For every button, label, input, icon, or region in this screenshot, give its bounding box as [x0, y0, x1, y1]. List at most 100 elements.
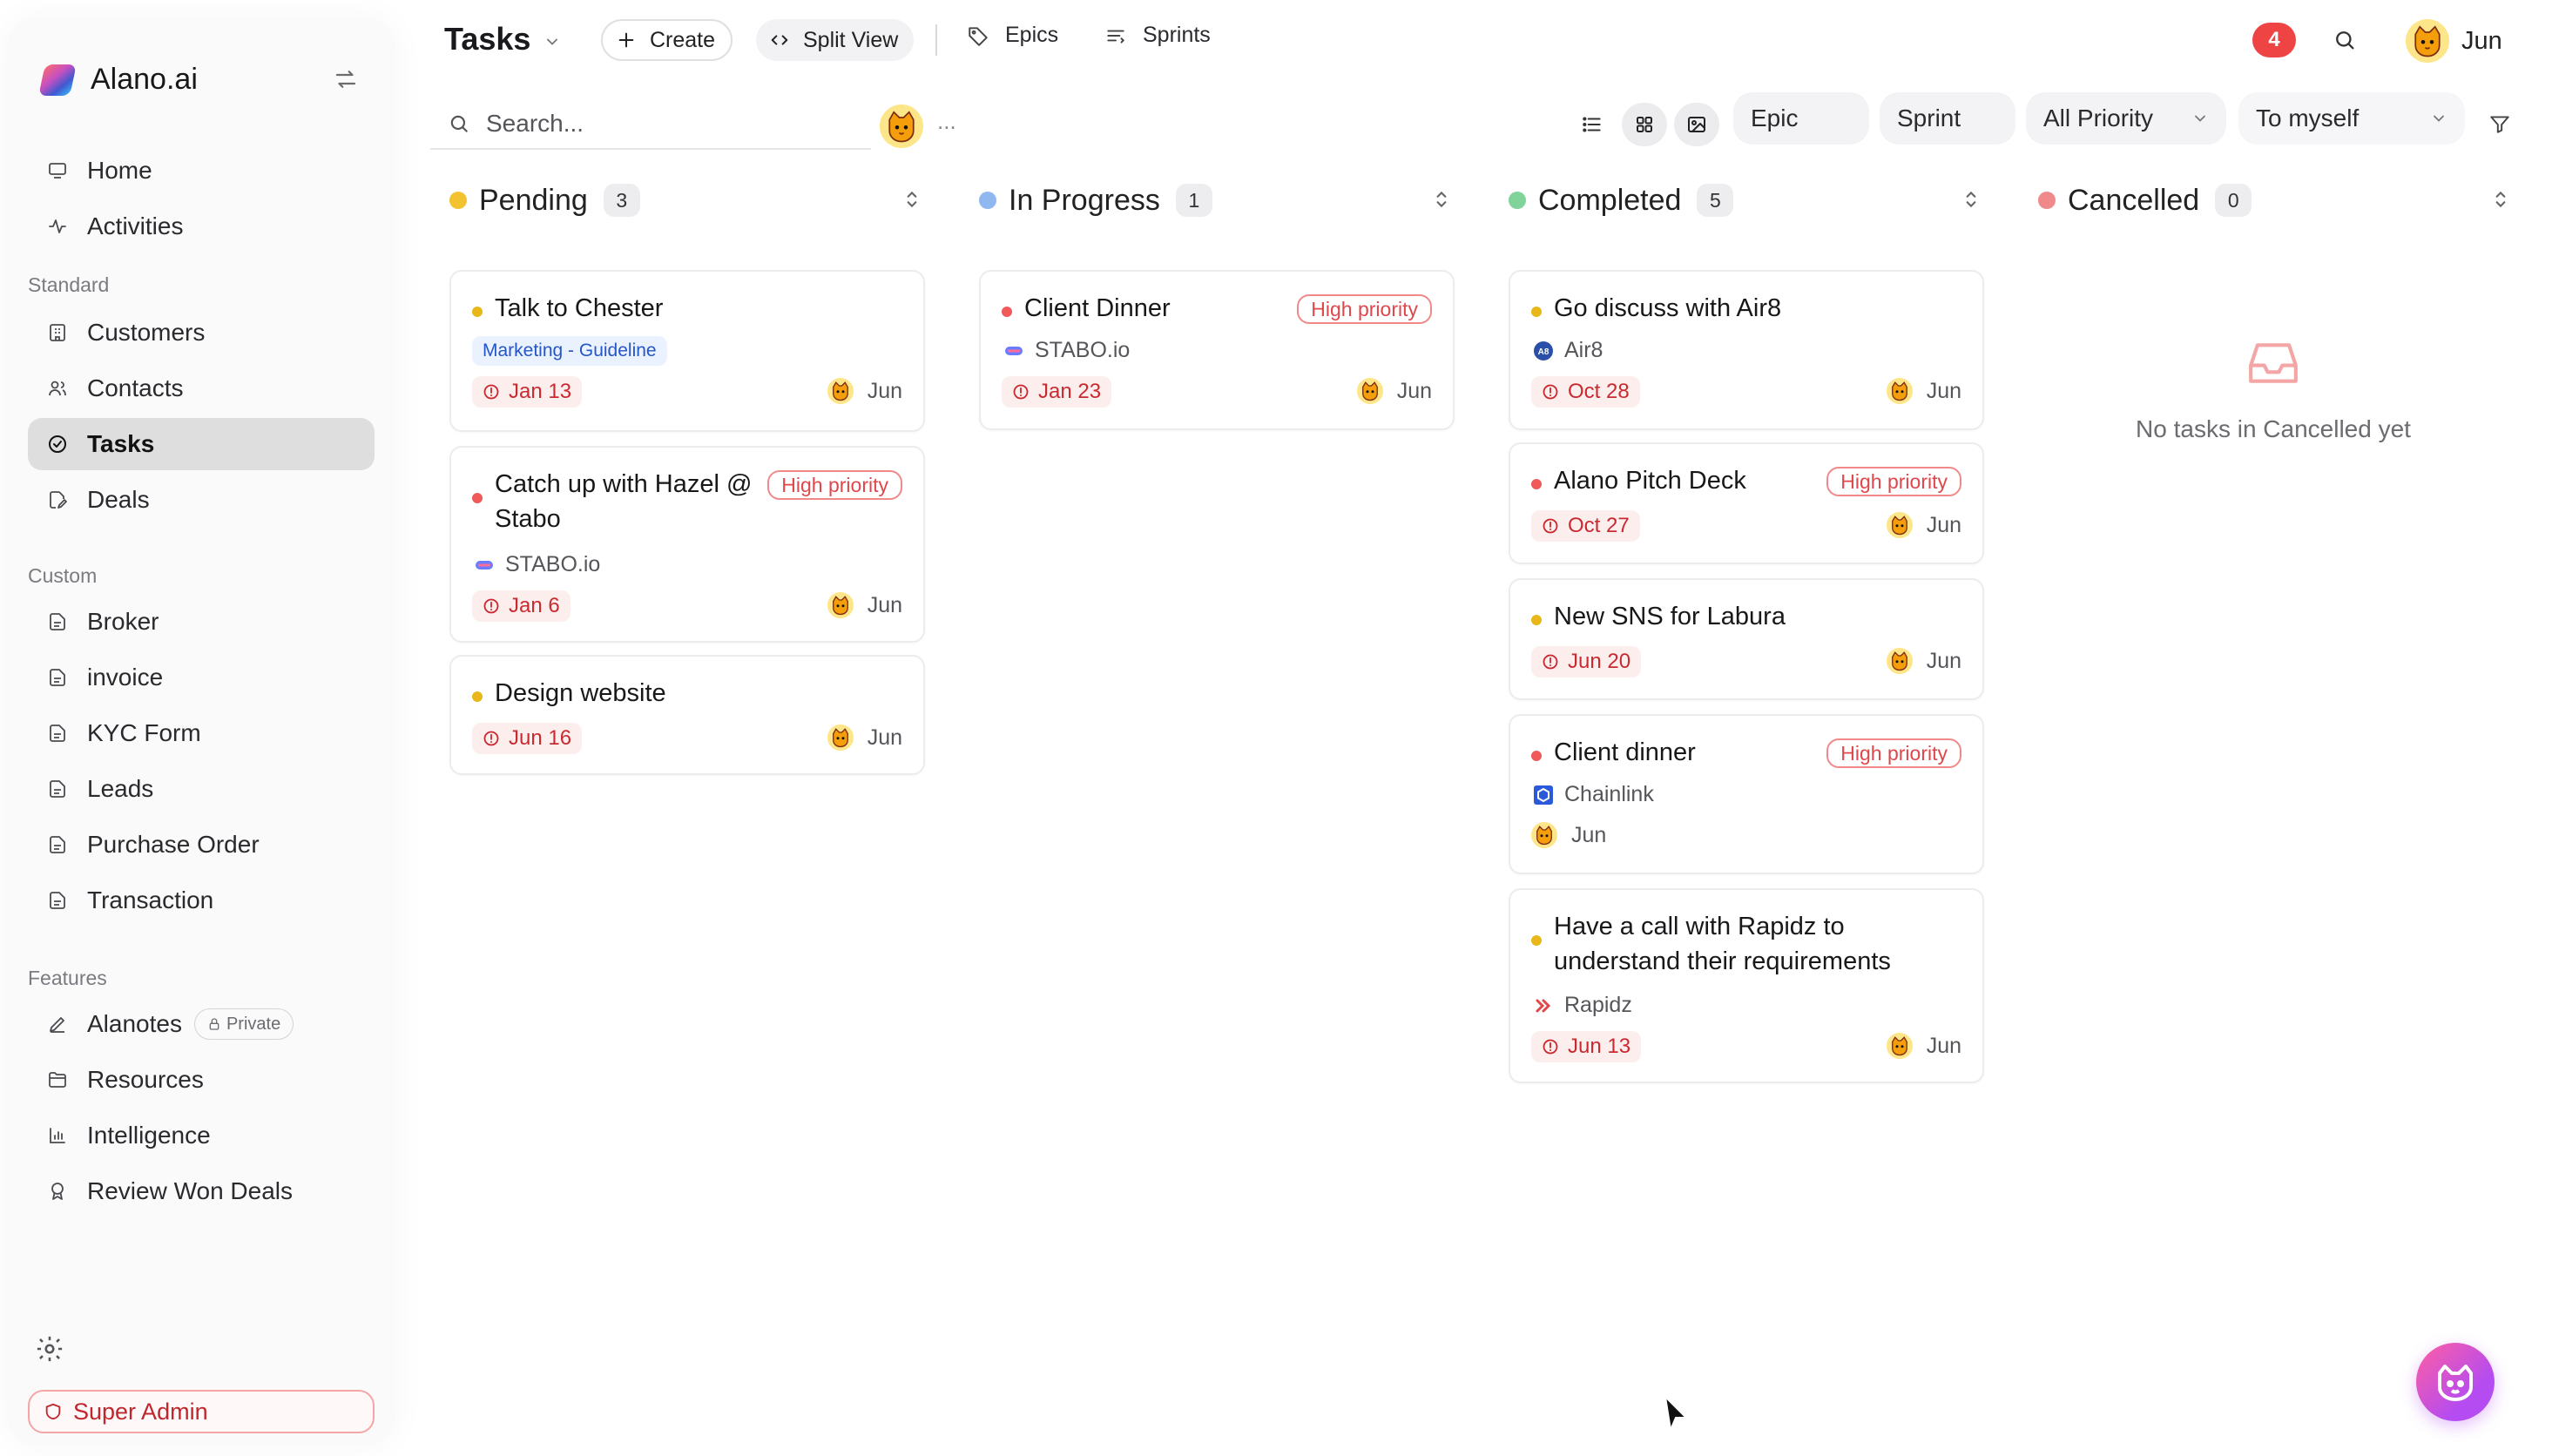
sidebar-item-alanotes[interactable]: Alanotes Private [28, 998, 375, 1050]
due-date[interactable]: Jun 13 [1531, 1031, 1642, 1062]
sidebar-item-contacts[interactable]: Contacts [28, 362, 375, 415]
assignee[interactable]: Jun [827, 592, 902, 618]
company[interactable]: Rapidz [1533, 993, 1632, 1018]
assignee[interactable]: Jun [1531, 822, 1606, 848]
collapse-sidebar-icon[interactable] [331, 66, 361, 92]
epic-filter-label: Epic [1751, 104, 1799, 131]
sidebar-item-tasks[interactable]: Tasks [28, 418, 375, 470]
sprint-filter[interactable]: Sprint [1880, 92, 2015, 145]
settings-gear-icon[interactable] [35, 1334, 64, 1364]
assignee[interactable]: Jun [1886, 512, 1961, 538]
split-view-button[interactable]: Split View [756, 19, 915, 61]
task-card[interactable]: Have a call with Rapidz to understand th… [1509, 888, 1984, 1083]
page-title[interactable]: Tasks [444, 21, 530, 57]
task-card[interactable]: Talk to Chester Marketing - Guideline Ja… [449, 270, 925, 432]
sprints-button[interactable]: Sprints [1104, 23, 1211, 48]
assignee-filter-avatar[interactable] [880, 104, 923, 148]
company[interactable]: STABO.io [1003, 338, 1130, 363]
sidebar-item-deals[interactable]: Deals [28, 474, 375, 526]
sort-icon[interactable] [901, 188, 923, 211]
task-tag[interactable]: Marketing - Guideline [472, 336, 667, 366]
column-title: Pending [479, 183, 588, 217]
sidebar-item-review-won-deals[interactable]: Review Won Deals [28, 1165, 375, 1217]
due-date[interactable]: Jan 23 [1002, 376, 1112, 408]
sidebar-item-invoice[interactable]: invoice [28, 651, 375, 704]
more-avatars[interactable]: ... [937, 108, 956, 135]
task-card[interactable]: Catch up with Hazel @ Stabo High priorit… [449, 446, 925, 643]
sidebar-item-home[interactable]: Home [28, 145, 375, 197]
due-date[interactable]: Oct 27 [1531, 510, 1640, 542]
search-icon[interactable] [2333, 28, 2357, 52]
due-date[interactable]: Jan 6 [472, 590, 570, 622]
user-menu[interactable]: Jun [2406, 19, 2502, 63]
sidebar-item-label: Tasks [87, 430, 155, 457]
task-card[interactable]: Client dinner High priority Chainlink Ju… [1509, 714, 1984, 874]
task-card[interactable]: Design website Jun 16 Jun [449, 655, 925, 775]
sidebar-item-leads[interactable]: Leads [28, 763, 375, 815]
assignee-select[interactable]: To myself [2238, 92, 2465, 145]
search-bar [430, 99, 871, 150]
activity-icon [49, 219, 66, 233]
task-title: Client dinner [1554, 738, 1696, 766]
assignee[interactable]: Jun [827, 725, 902, 751]
sort-icon[interactable] [2489, 188, 2512, 211]
due-date[interactable]: Jun 16 [472, 723, 583, 754]
due-date[interactable]: Jan 13 [472, 376, 583, 408]
company-name: STABO.io [1035, 338, 1131, 362]
high-priority-badge: High priority [767, 470, 902, 500]
sort-icon[interactable] [1430, 188, 1453, 211]
sidebar-item-intelligence[interactable]: Intelligence [28, 1109, 375, 1162]
sidebar-item-label: Deals [87, 486, 150, 513]
task-card[interactable]: Client Dinner High priority STABO.io Jan… [979, 270, 1455, 430]
list-view-toggle[interactable] [1570, 103, 1615, 146]
sidebar: Alano.ai Home Activities Standard Custom… [7, 17, 395, 1446]
task-card[interactable]: New SNS for Labura Jun 20 Jun [1509, 578, 1984, 700]
brand[interactable]: Alano.ai [38, 63, 198, 97]
notification-badge[interactable]: 4 [2252, 23, 2296, 57]
super-admin-button[interactable]: Super Admin [28, 1390, 375, 1433]
sidebar-item-label: invoice [87, 664, 164, 691]
sidebar-item-kyc-form[interactable]: KYC Form [28, 707, 375, 759]
priority-dot [1531, 307, 1542, 317]
search-input[interactable] [486, 110, 834, 138]
assignee[interactable]: Jun [827, 378, 902, 404]
sidebar-item-resources[interactable]: Resources [28, 1054, 375, 1106]
epic-filter[interactable]: Epic [1733, 92, 1869, 145]
sidebar-item-broker[interactable]: Broker [28, 596, 375, 648]
sidebar-item-activities[interactable]: Activities [28, 200, 375, 253]
due-date[interactable]: Oct 28 [1531, 376, 1640, 408]
cat-avatar-icon [2406, 19, 2449, 63]
assignee-name: Jun [1926, 648, 1961, 673]
task-card[interactable]: Go discuss with Air8 A8 Air8 Oct 28 Jun [1509, 270, 1984, 430]
epics-button[interactable]: Epics [967, 23, 1058, 48]
sidebar-item-customers[interactable]: Customers [28, 307, 375, 359]
priority-select[interactable]: All Priority [2026, 92, 2226, 145]
chevron-down-icon[interactable] [543, 33, 561, 51]
assignee[interactable]: Jun [1886, 378, 1961, 404]
board-view-toggle[interactable] [1622, 103, 1667, 146]
priority-dot [472, 691, 483, 702]
assistant-button[interactable] [2416, 1343, 2495, 1421]
air8-logo-icon: A8 [1534, 340, 1553, 361]
assignee[interactable]: Jun [1886, 648, 1961, 674]
sidebar-item-purchase-order[interactable]: Purchase Order [28, 819, 375, 871]
status-dot [1509, 192, 1526, 209]
company[interactable]: A8 Air8 [1533, 338, 1603, 363]
due-date[interactable]: Jun 20 [1531, 646, 1642, 677]
sort-icon[interactable] [1960, 188, 1982, 211]
shield-icon [45, 1403, 61, 1420]
due-date-label: Jan 6 [509, 594, 560, 617]
task-title: Design website [495, 679, 666, 707]
filter-button[interactable] [2477, 101, 2522, 146]
assignee[interactable]: Jun [1356, 378, 1432, 404]
column-in-progress: In Progress 1 Client Dinner High priorit… [979, 174, 1467, 430]
gallery-view-toggle[interactable] [1674, 103, 1719, 146]
column-completed: Completed 5 Go discuss with Air8 A8 Air8… [1509, 174, 1996, 1083]
company[interactable]: Chainlink [1533, 782, 1654, 807]
assignee[interactable]: Jun [1886, 1033, 1961, 1059]
create-button[interactable]: Create [601, 19, 733, 61]
task-title: New SNS for Labura [1554, 603, 1786, 630]
task-card[interactable]: Alano Pitch Deck High priority Oct 27 Ju… [1509, 442, 1984, 564]
sidebar-item-transaction[interactable]: Transaction [28, 874, 375, 927]
company[interactable]: STABO.io [474, 552, 600, 577]
